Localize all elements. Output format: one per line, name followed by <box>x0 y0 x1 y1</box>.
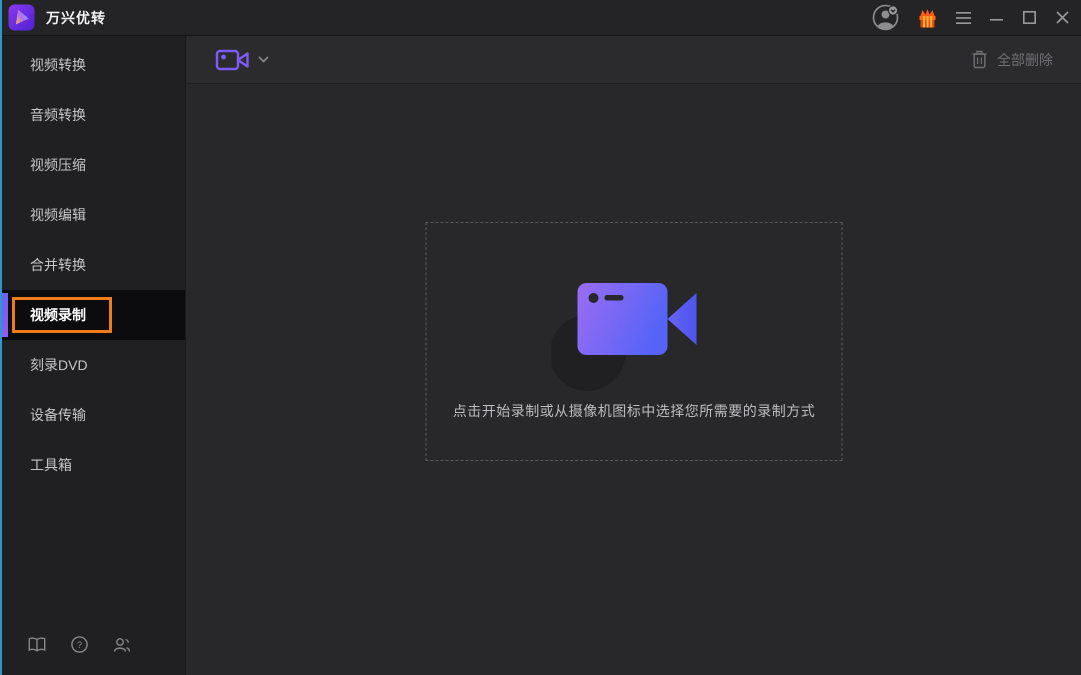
svg-text:?: ? <box>77 640 82 651</box>
maximize-icon <box>1023 11 1036 24</box>
sidebar-item-label: 设备传输 <box>30 407 86 423</box>
sidebar-footer: ? <box>28 636 131 653</box>
sidebar-item-video-edit[interactable]: 视频编辑 <box>0 190 185 240</box>
close-icon <box>1056 11 1069 24</box>
main-panel: 全部删除 点击开始录制或从摄像机图标中选择您所需要的录制方式 <box>187 36 1081 675</box>
record-hint-text: 点击开始录制或从摄像机图标中选择您所需要的录制方式 <box>452 403 816 419</box>
help-button[interactable]: ? <box>71 636 88 653</box>
video-camera-icon <box>215 49 249 70</box>
sidebar-item-label: 视频压缩 <box>30 157 86 173</box>
record-content: 点击开始录制或从摄像机图标中选择您所需要的录制方式 <box>187 85 1081 675</box>
sidebar-item-label: 合并转换 <box>30 257 86 273</box>
record-mode-dropdown[interactable] <box>215 48 269 72</box>
sidebar-item-label: 刻录DVD <box>30 357 88 373</box>
sidebar-item-label: 视频转换 <box>30 57 86 73</box>
record-dropzone[interactable]: 点击开始录制或从摄像机图标中选择您所需要的录制方式 <box>425 222 843 461</box>
titlebar-controls <box>863 0 1081 35</box>
maximize-button[interactable] <box>1013 0 1046 35</box>
app-logo-icon <box>8 4 35 31</box>
minimize-button[interactable] <box>980 0 1013 35</box>
sidebar-item-video-compress[interactable]: 视频压缩 <box>0 140 185 190</box>
sidebar-item-screen-record[interactable]: 视频录制 <box>0 290 185 340</box>
tutorial-highlight-box: 视频录制 <box>12 297 112 333</box>
gift-promo-button[interactable] <box>907 0 947 35</box>
start-record-camera-icon[interactable] <box>551 265 703 395</box>
sidebar-item-merge-convert[interactable]: 合并转换 <box>0 240 185 290</box>
hamburger-menu-icon <box>956 11 971 24</box>
sidebar-item-label: 音频转换 <box>30 107 86 123</box>
active-indicator-bar <box>2 293 8 337</box>
sidebar-item-label: 视频编辑 <box>30 207 86 223</box>
window-edge-accent <box>0 0 2 675</box>
help-question-icon: ? <box>71 636 88 653</box>
toolbar: 全部删除 <box>187 36 1081 84</box>
sidebar-item-toolbox[interactable]: 工具箱 <box>0 440 185 490</box>
app-title: 万兴优转 <box>46 9 106 26</box>
trash-icon <box>972 50 987 69</box>
sidebar: 视频转换 音频转换 视频压缩 视频编辑 合并转换 视频录制 刻录DVD 设备传输… <box>0 36 186 675</box>
minimize-icon <box>990 18 1003 21</box>
gift-icon <box>919 8 935 27</box>
user-guide-button[interactable] <box>28 636 46 653</box>
chevron-down-icon <box>258 56 269 63</box>
contact-person-icon <box>113 637 131 652</box>
sidebar-item-audio-convert[interactable]: 音频转换 <box>0 90 185 140</box>
sidebar-item-label: 视频录制 <box>30 307 86 323</box>
titlebar: 万兴优转 <box>0 0 1081 36</box>
user-avatar-button[interactable] <box>863 0 907 35</box>
sidebar-item-video-convert[interactable]: 视频转换 <box>0 40 185 90</box>
app-window: 万兴优转 视频转换 音频转换 视频压缩 视频编辑 合并转换 视频录制 刻录DVD… <box>0 0 1081 675</box>
close-button[interactable] <box>1046 0 1079 35</box>
menu-button[interactable] <box>947 0 980 35</box>
user-avatar-icon <box>872 4 898 31</box>
sidebar-item-label: 工具箱 <box>30 457 72 473</box>
delete-all-button[interactable]: 全部删除 <box>971 50 1053 70</box>
sidebar-item-device-transfer[interactable]: 设备传输 <box>0 390 185 440</box>
book-icon <box>28 636 46 652</box>
sidebar-item-burn-dvd[interactable]: 刻录DVD <box>0 340 185 390</box>
delete-all-label: 全部删除 <box>997 51 1053 68</box>
contact-support-button[interactable] <box>113 637 131 653</box>
